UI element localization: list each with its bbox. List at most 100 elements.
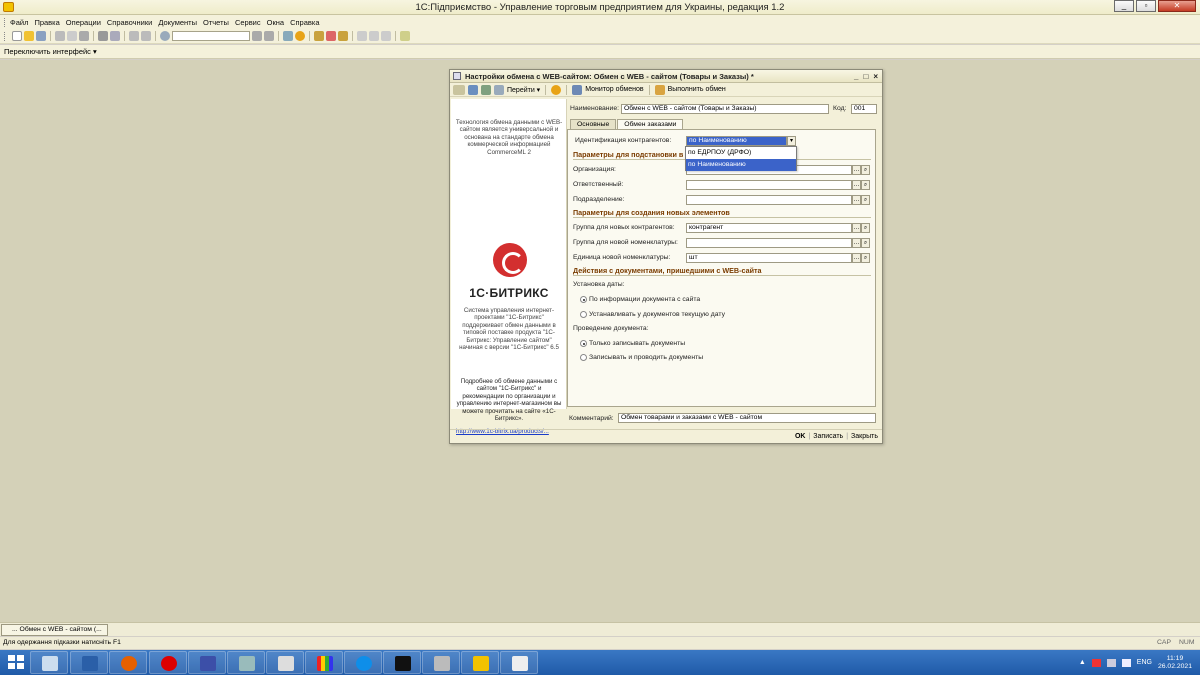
- taskbar-app-teamviewer[interactable]: [344, 651, 382, 674]
- responsible-field[interactable]: [686, 180, 852, 190]
- comment-field[interactable]: Обмен товарами и заказами с WEB - сайтом: [618, 413, 876, 423]
- start-button[interactable]: [8, 655, 25, 670]
- tab-basic[interactable]: Основные: [570, 119, 617, 129]
- memory-minus-icon[interactable]: [381, 31, 391, 41]
- taskbar-app-printer[interactable]: [422, 651, 460, 674]
- minimize-button[interactable]: _: [1114, 0, 1134, 12]
- taskbar-app-firefox[interactable]: [109, 651, 147, 674]
- menu-file[interactable]: Файл: [10, 18, 28, 27]
- paste-icon[interactable]: [79, 31, 89, 41]
- actions-icon[interactable]: [453, 84, 465, 95]
- taskbar-app-save[interactable]: [188, 651, 226, 674]
- print-icon[interactable]: [98, 31, 108, 41]
- flag-icon[interactable]: [1091, 658, 1101, 667]
- help-icon[interactable]: [295, 31, 305, 41]
- select-icon[interactable]: …: [852, 165, 861, 175]
- search-icon[interactable]: [160, 31, 170, 41]
- undo-icon[interactable]: [129, 31, 139, 41]
- preview-icon[interactable]: [110, 31, 120, 41]
- memory-m-icon[interactable]: [357, 31, 367, 41]
- search-icon[interactable]: ⌕: [861, 253, 870, 263]
- search-icon[interactable]: ⌕: [861, 223, 870, 233]
- cut-icon[interactable]: [55, 31, 65, 41]
- volume-icon[interactable]: [1121, 658, 1131, 667]
- select-icon[interactable]: …: [852, 238, 861, 248]
- goto-menu-button[interactable]: Перейти ▾: [507, 86, 540, 94]
- close-button[interactable]: ✕: [1158, 0, 1196, 12]
- exchange-monitor-button[interactable]: Монитор обменов: [585, 86, 643, 93]
- dropdown-option[interactable]: по ЕДРПОУ (ДРФО): [686, 147, 796, 159]
- dialog-close-button[interactable]: ×: [873, 72, 878, 81]
- taskbar-app-colorbars[interactable]: [305, 651, 343, 674]
- select-icon[interactable]: …: [852, 223, 861, 233]
- menu-operations[interactable]: Операции: [66, 18, 101, 27]
- department-field[interactable]: [686, 195, 852, 205]
- identification-select[interactable]: по Наименованию: [686, 136, 787, 146]
- menu-edit[interactable]: Правка: [34, 18, 59, 27]
- taskbar-app-computer[interactable]: [30, 651, 68, 674]
- group-nomenclature-field[interactable]: [686, 238, 852, 248]
- select-icon[interactable]: …: [852, 253, 861, 263]
- save-and-post-radio[interactable]: [580, 354, 587, 361]
- date-current-radio[interactable]: [580, 311, 587, 318]
- date-from-site-radio[interactable]: [580, 296, 587, 303]
- search-icon[interactable]: ⌕: [861, 180, 870, 190]
- search-input[interactable]: [172, 31, 250, 41]
- dialog-minimize-button[interactable]: _: [854, 72, 858, 81]
- tab-order-exchange[interactable]: Обмен заказами: [617, 119, 684, 129]
- save-button[interactable]: Записать: [813, 433, 843, 440]
- save-doc-icon[interactable]: [468, 84, 478, 95]
- copy-icon[interactable]: [67, 31, 77, 41]
- search-icon[interactable]: ⌕: [861, 195, 870, 205]
- execute-exchange-button[interactable]: Выполнить обмен: [668, 86, 726, 93]
- window-tab[interactable]: ... Обмен с WEB - сайтом (...: [1, 624, 108, 636]
- calendar-icon[interactable]: [326, 31, 336, 41]
- only-save-radio[interactable]: [580, 340, 587, 347]
- maximize-button[interactable]: ▫: [1136, 0, 1156, 12]
- search-icon[interactable]: ⌕: [861, 165, 870, 175]
- memory-plus-icon[interactable]: [369, 31, 379, 41]
- refresh-icon[interactable]: [283, 31, 293, 41]
- help-icon[interactable]: [551, 84, 562, 95]
- copy-doc-icon[interactable]: [494, 84, 504, 95]
- clipboard-icon[interactable]: [338, 31, 348, 41]
- close-dialog-button[interactable]: Закрыть: [851, 433, 878, 440]
- taskbar-app-1c[interactable]: [461, 651, 499, 674]
- taskbar-app-images[interactable]: [227, 651, 265, 674]
- code-field[interactable]: 001: [851, 104, 877, 114]
- menu-documents[interactable]: Документы: [158, 18, 197, 27]
- ok-button[interactable]: OK: [795, 433, 806, 440]
- taskbar-app-document[interactable]: [500, 651, 538, 674]
- select-icon[interactable]: …: [852, 180, 861, 190]
- open-icon[interactable]: [24, 31, 34, 41]
- taskbar-app-calculator[interactable]: [266, 651, 304, 674]
- show-hidden-icon[interactable]: ▲: [1079, 659, 1086, 666]
- group-contractors-field[interactable]: контрагент: [686, 223, 852, 233]
- find-prev-icon[interactable]: [264, 31, 274, 41]
- taskbar-app-powershell[interactable]: [70, 651, 108, 674]
- clock[interactable]: 11:19 26.02.2021: [1158, 655, 1192, 671]
- reread-icon[interactable]: [481, 84, 491, 95]
- search-icon[interactable]: ⌕: [861, 238, 870, 248]
- redo-icon[interactable]: [141, 31, 151, 41]
- language-indicator[interactable]: ENG: [1137, 659, 1152, 666]
- chevron-down-icon[interactable]: ▾: [787, 136, 796, 146]
- taskbar-app-terminal[interactable]: [383, 651, 421, 674]
- calculator-icon[interactable]: [314, 31, 324, 41]
- taskbar-app-opera[interactable]: [149, 651, 187, 674]
- name-field[interactable]: Обмен с WEB - сайтом (Товары и Заказы): [621, 104, 829, 114]
- dropdown-option[interactable]: по Наименованию: [686, 159, 796, 171]
- tip-icon[interactable]: [400, 31, 410, 41]
- select-icon[interactable]: …: [852, 195, 861, 205]
- menu-reports[interactable]: Отчеты: [203, 18, 229, 27]
- menu-service[interactable]: Сервис: [235, 18, 261, 27]
- network-icon[interactable]: [1106, 658, 1116, 667]
- save-icon[interactable]: [36, 31, 46, 41]
- unit-field[interactable]: шт: [686, 253, 852, 263]
- menu-help[interactable]: Справка: [290, 18, 319, 27]
- menu-windows[interactable]: Окна: [267, 18, 284, 27]
- menu-catalogs[interactable]: Справочники: [107, 18, 152, 27]
- find-next-icon[interactable]: [252, 31, 262, 41]
- new-icon[interactable]: [12, 31, 22, 41]
- interface-switch-button[interactable]: Переключить интерфейс ▾: [4, 47, 97, 56]
